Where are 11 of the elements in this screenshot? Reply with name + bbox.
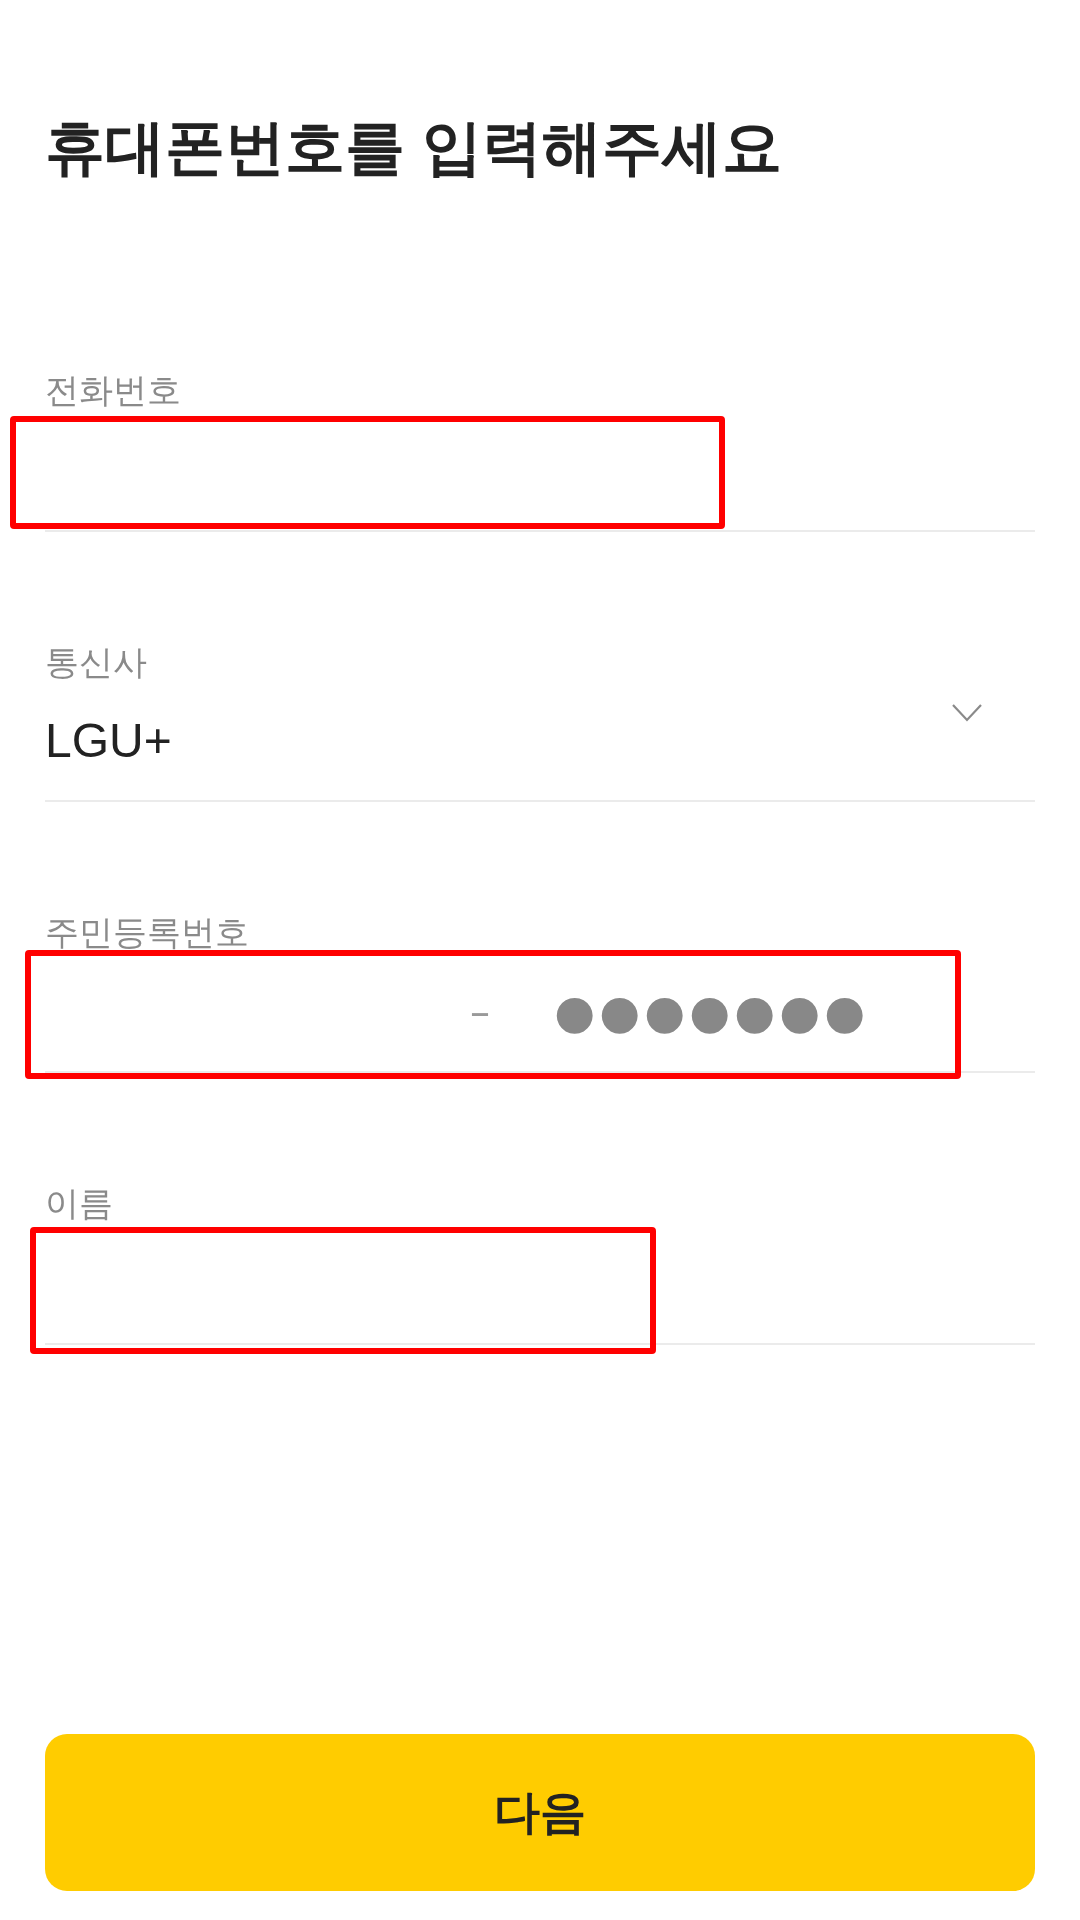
masked-digits: ●●●●●●● — [554, 985, 870, 1038]
field-label: 전화번호 — [45, 370, 182, 410]
id-number-field[interactable]: – ●●●●●●● — [45, 952, 1035, 1073]
field-label: 주민등록번호 — [45, 912, 250, 952]
page-title: 휴대폰번호를 입력해주세요 — [45, 113, 783, 183]
next-button[interactable]: 다음 — [45, 1734, 1035, 1891]
field-label: 이름 — [45, 1183, 114, 1223]
chevron-down-icon — [952, 704, 982, 722]
field-label: 통신사 — [45, 642, 148, 682]
dropdown-field[interactable]: LGU+ — [45, 682, 1035, 802]
separator-dash: – — [470, 987, 490, 1036]
